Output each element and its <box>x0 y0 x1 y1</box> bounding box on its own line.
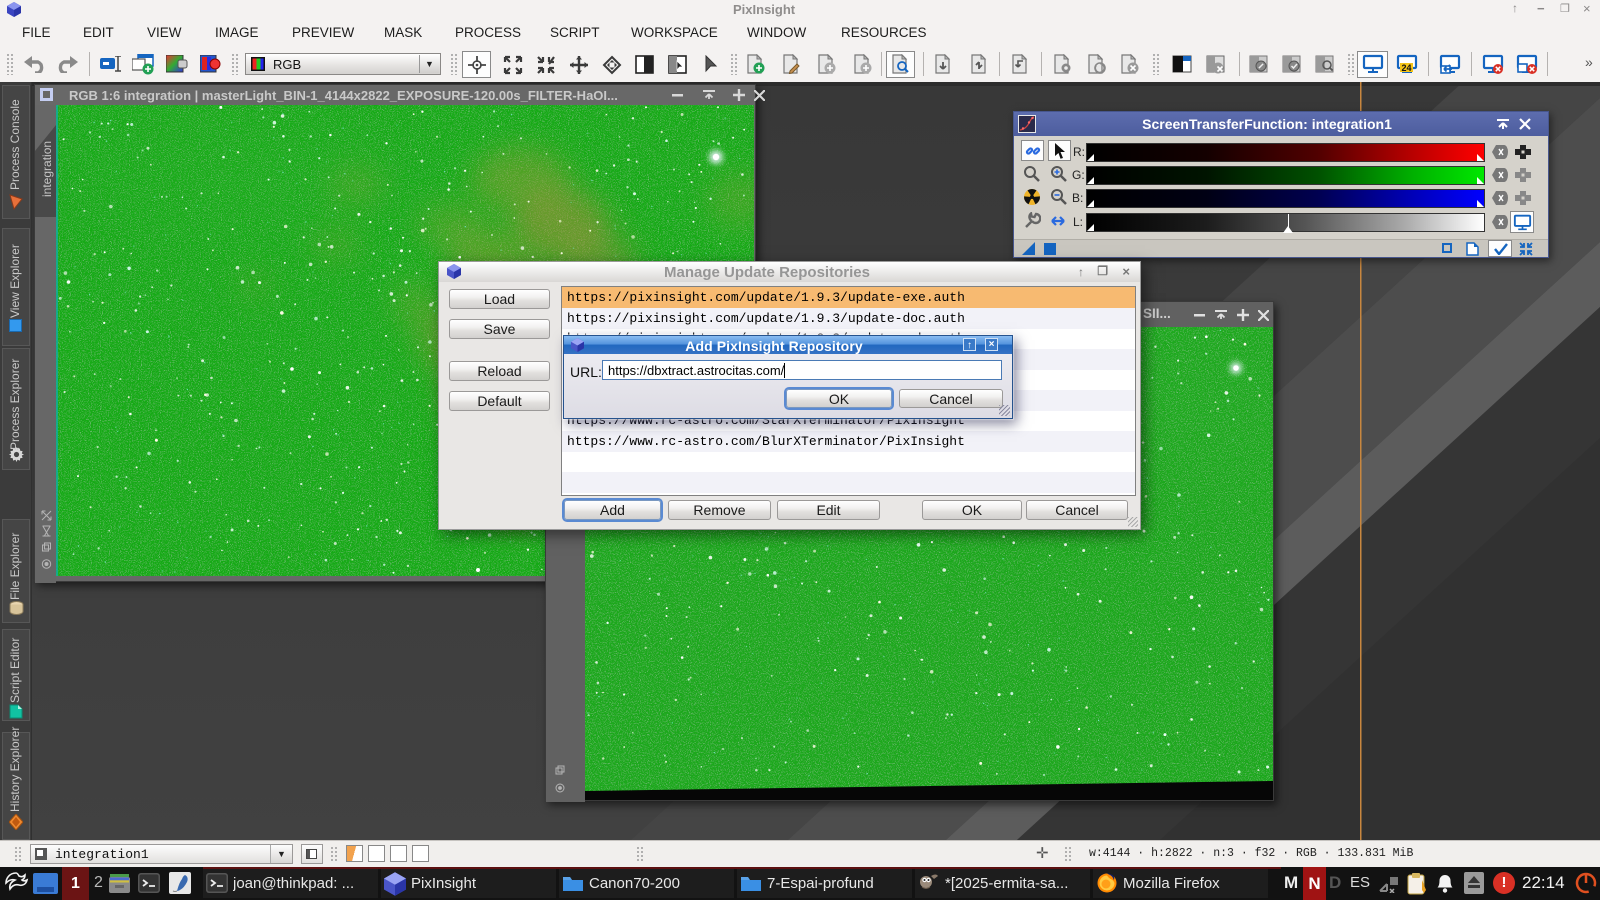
svg-text:24: 24 <box>1401 63 1411 73</box>
